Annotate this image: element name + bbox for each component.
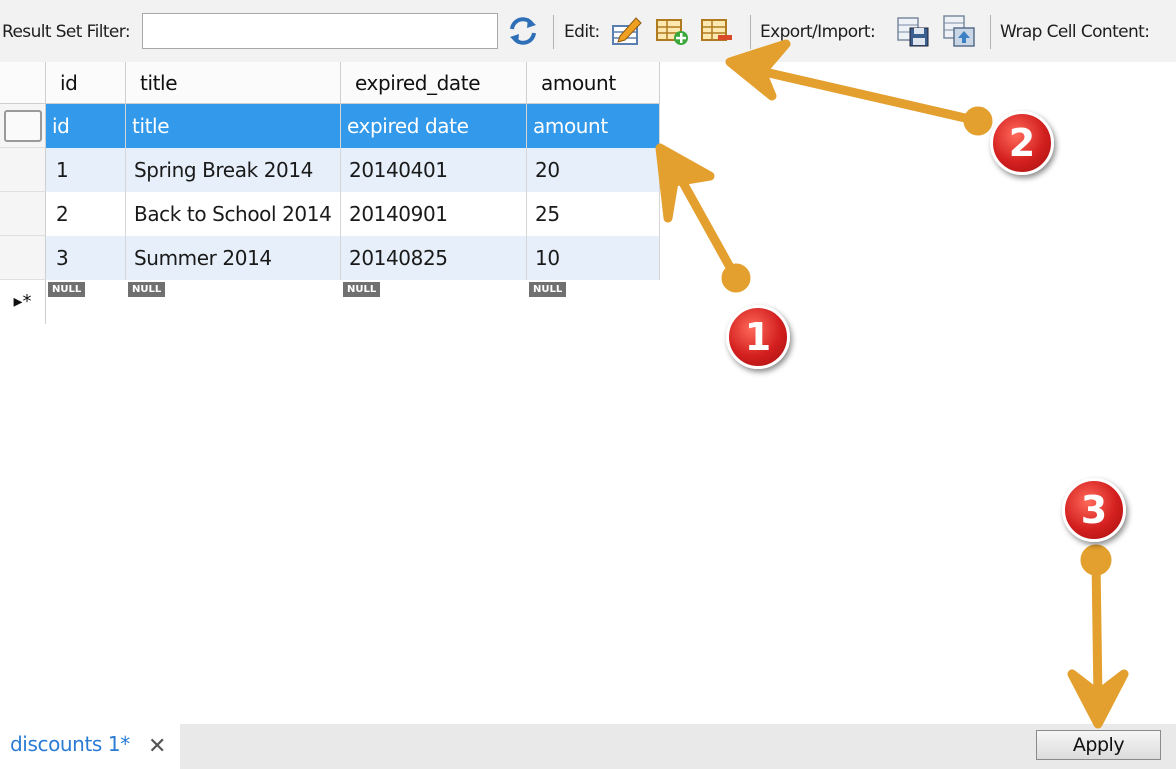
- arrow-3-shaft: [1091, 555, 1103, 705]
- null-badge[interactable]: NULL: [48, 282, 86, 297]
- cell-id[interactable]: 1: [46, 148, 126, 192]
- arrow-3-tail: [1080, 544, 1112, 576]
- row-header-corner: [0, 62, 46, 104]
- edit-label: Edit:: [564, 22, 600, 42]
- result-toolbar: Result Set Filter: Edit: Export/Import: …: [0, 0, 1176, 62]
- result-set-filter-input[interactable]: [142, 13, 498, 49]
- cell-id[interactable]: 3: [46, 236, 126, 280]
- row-selector-marker: [4, 110, 42, 142]
- cell-title[interactable]: Spring Break 2014: [126, 148, 341, 192]
- add-row-icon[interactable]: [655, 14, 689, 48]
- arrow-1-head: [655, 143, 715, 223]
- arrow-3-head: [1067, 669, 1129, 729]
- apply-button[interactable]: Apply: [1036, 730, 1161, 760]
- new-row-marker[interactable]: ▸*: [0, 280, 46, 324]
- column-header-title[interactable]: title: [126, 62, 341, 104]
- cell-title[interactable]: Back to School 2014: [126, 192, 341, 236]
- cell-id[interactable]: 2: [46, 192, 126, 236]
- toolbar-separator: [750, 15, 751, 49]
- cell-expired-date[interactable]: 20140825: [341, 236, 527, 280]
- null-badge[interactable]: NULL: [128, 282, 166, 297]
- cell-id[interactable]: id: [46, 104, 126, 148]
- annotation-badge-1: 1: [726, 305, 790, 369]
- arrow-1-shaft: [671, 165, 741, 283]
- delete-row-icon[interactable]: [700, 14, 734, 48]
- cell-amount[interactable]: 10: [527, 236, 660, 280]
- arrow-1-tail: [721, 263, 751, 293]
- null-badge[interactable]: NULL: [343, 282, 381, 297]
- tab-discounts[interactable]: discounts 1* ✕: [0, 724, 180, 769]
- filter-label: Result Set Filter:: [2, 22, 131, 42]
- import-icon[interactable]: [942, 14, 976, 48]
- cell-amount[interactable]: 20: [527, 148, 660, 192]
- column-header-amount[interactable]: amount: [527, 62, 660, 104]
- cell-expired-date[interactable]: 20140901: [341, 192, 527, 236]
- arrow-2-tail: [963, 106, 993, 136]
- arrow-2-shaft: [751, 65, 983, 126]
- row-header[interactable]: [0, 236, 46, 280]
- row-header[interactable]: [0, 148, 46, 192]
- cell-title[interactable]: title: [126, 104, 341, 148]
- annotation-badge-2: 2: [990, 111, 1054, 175]
- close-tab-icon[interactable]: ✕: [148, 734, 166, 759]
- toolbar-separator: [990, 15, 991, 49]
- edit-row-icon[interactable]: [610, 14, 644, 48]
- export-icon[interactable]: [896, 14, 930, 48]
- toolbar-separator: [553, 15, 554, 49]
- cell-expired-date[interactable]: expired date: [341, 104, 527, 148]
- column-header-expired-date[interactable]: expired_date: [341, 62, 527, 104]
- annotation-badge-3: 3: [1062, 478, 1126, 542]
- bottom-bar: discounts 1* ✕ Apply: [0, 724, 1176, 769]
- cell-expired-date[interactable]: 20140401: [341, 148, 527, 192]
- column-header-id[interactable]: id: [46, 62, 126, 104]
- row-header[interactable]: [0, 104, 46, 148]
- cell-amount[interactable]: amount: [527, 104, 660, 148]
- row-header[interactable]: [0, 192, 46, 236]
- export-import-label: Export/Import:: [760, 22, 876, 42]
- refresh-icon[interactable]: [506, 14, 540, 48]
- tab-label[interactable]: discounts 1*: [10, 732, 130, 756]
- null-badge[interactable]: NULL: [529, 282, 567, 297]
- cell-title[interactable]: Summer 2014: [126, 236, 341, 280]
- wrap-cell-content-label: Wrap Cell Content:: [1000, 22, 1150, 42]
- cell-amount[interactable]: 25: [527, 192, 660, 236]
